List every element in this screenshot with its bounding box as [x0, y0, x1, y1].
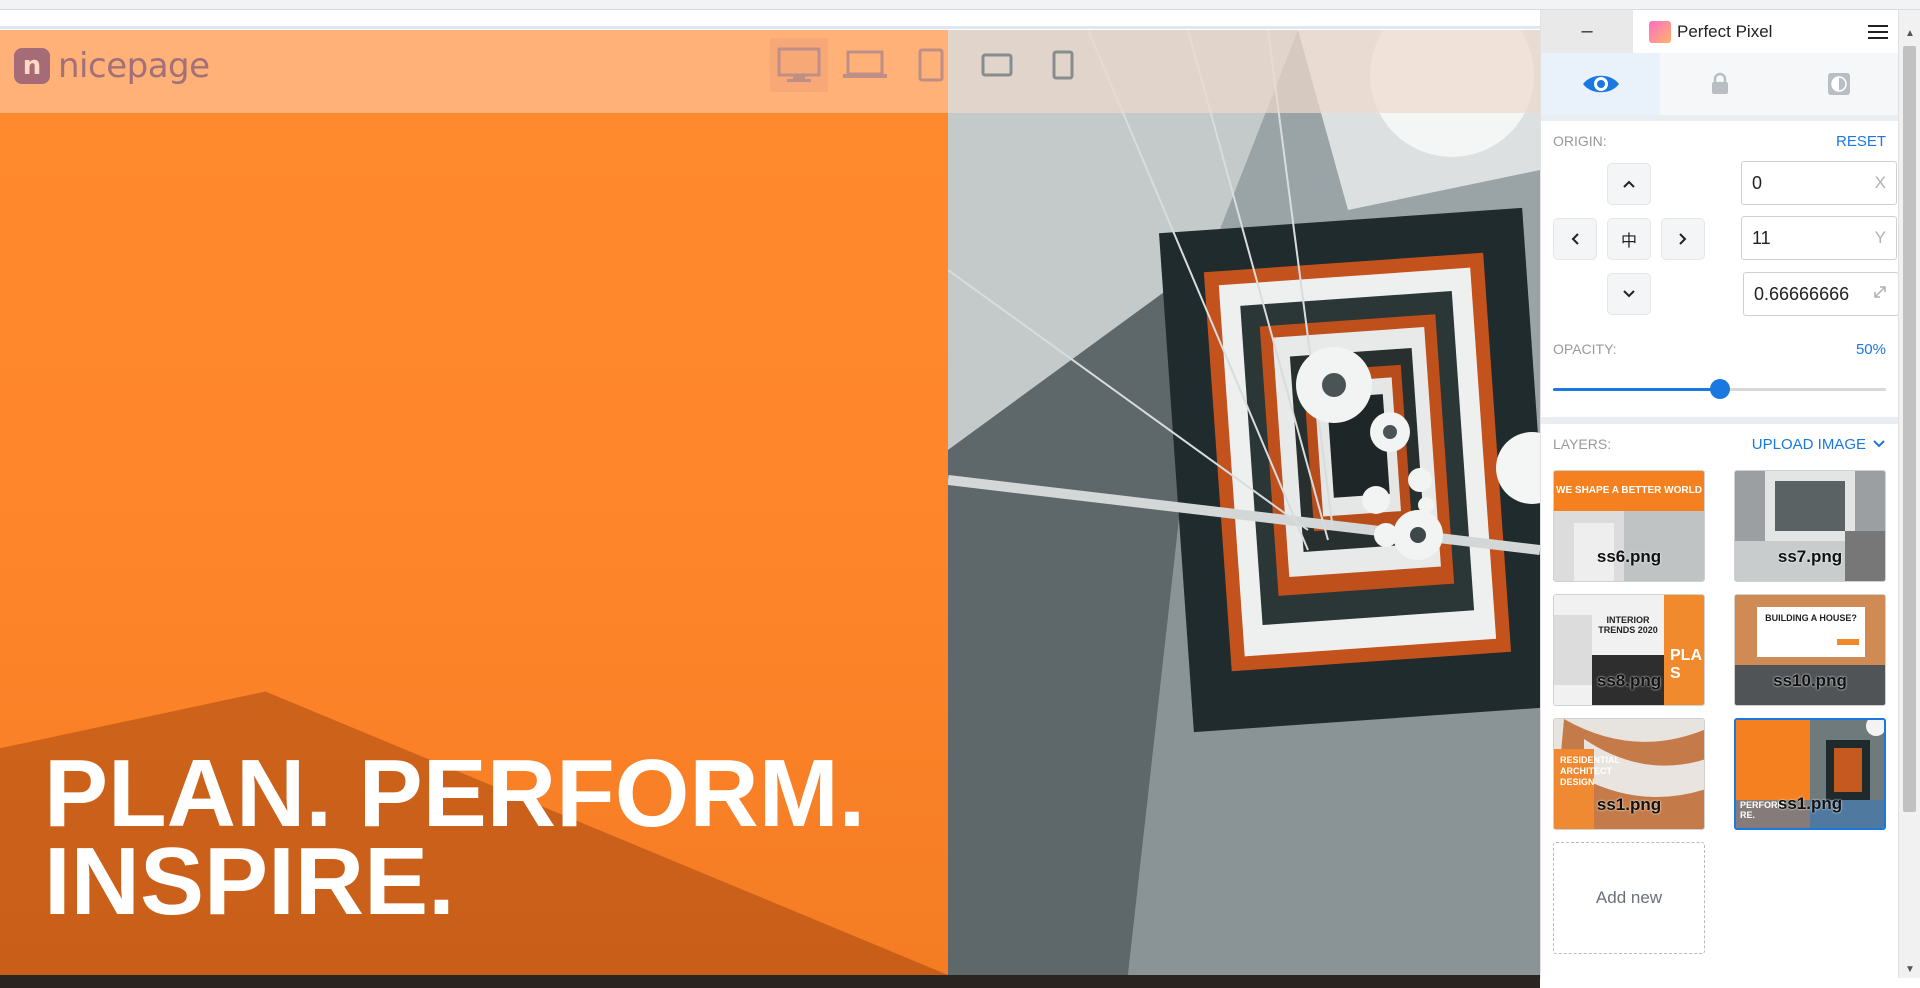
section-divider [1541, 417, 1898, 424]
move-left-button[interactable] [1553, 218, 1597, 260]
perfect-pixel-panel: – Perfect Pixel ORIGIN: RESET 中 0 X 11 Y… [1540, 10, 1899, 978]
screen: n nicepage PLAN. PERFORM. INSPIRE. – Per… [0, 0, 1920, 988]
scrollbar-thumb[interactable] [1903, 46, 1916, 812]
browser-top-strip [0, 0, 1920, 10]
opacity-slider-knob[interactable] [1709, 379, 1730, 399]
x-suffix: X [1874, 173, 1886, 192]
panel-tabs [1541, 53, 1898, 121]
move-right-button[interactable] [1661, 218, 1705, 260]
move-up-button[interactable] [1607, 163, 1651, 205]
layer-heading: BUILDING A HOUSE? [1765, 613, 1857, 623]
layer-thumbnail[interactable]: INTERIOR TRENDS 2020 PLA S ss8.png [1553, 594, 1705, 706]
perfect-pixel-logo-icon [1649, 20, 1671, 43]
chevron-down-icon [1873, 440, 1885, 448]
layer-name: ss10.png [1773, 671, 1847, 690]
y-value: 11 [1752, 227, 1771, 248]
x-field[interactable]: 0 X [1741, 161, 1897, 205]
layer-thumbnail[interactable]: RESIDENTIAL ARCHITECT DESIGN ss1.png [1553, 718, 1705, 830]
browser-tab-line [0, 26, 1540, 29]
move-down-button[interactable] [1607, 273, 1651, 315]
y-suffix: Y [1874, 228, 1886, 247]
add-new-layer-button[interactable]: Add new [1553, 842, 1705, 954]
panel-title-text: Perfect Pixel [1677, 21, 1773, 41]
opacity-slider-fill [1553, 388, 1720, 391]
page-header-overlay-right [948, 30, 1540, 113]
layer-name: ss7.png [1777, 547, 1843, 566]
hamburger-menu-icon[interactable] [1858, 10, 1898, 53]
eye-icon[interactable] [1541, 53, 1660, 115]
origin-label: ORIGIN: [1553, 133, 1607, 149]
x-value: 0 [1752, 172, 1763, 193]
hero-stairwell-photo [948, 30, 1540, 975]
layer-name: ss6.png [1596, 547, 1662, 566]
reset-button[interactable]: RESET [1836, 133, 1886, 150]
scale-field[interactable]: 0.66666666 [1743, 272, 1899, 316]
layers-grid: WE SHAPE A BETTER WORLD ss6.png ss7.png [1553, 470, 1886, 954]
layer-thumbnail-selected[interactable]: PERFORM RE. ss1.png [1734, 718, 1886, 830]
layer-name: ss1.png [1596, 795, 1662, 814]
origin-section: ORIGIN: RESET 中 0 X 11 Y 0.66666666 OPAC… [1541, 121, 1899, 409]
layer-thumbnail[interactable]: BUILDING A HOUSE? ss10.png [1734, 594, 1886, 706]
page-canvas: n nicepage PLAN. PERFORM. INSPIRE. [0, 30, 1540, 975]
nicepage-logo-icon: n [14, 48, 50, 84]
invert-icon[interactable] [1779, 53, 1898, 115]
y-field[interactable]: 11 Y [1741, 216, 1897, 260]
panel-title: Perfect Pixel [1633, 10, 1858, 53]
brand-name: nicepage [58, 46, 210, 86]
opacity-value: 50% [1855, 340, 1886, 358]
layer-thumbnail[interactable]: ss7.png [1734, 470, 1886, 582]
vertical-scrollbar[interactable]: ▲ ▼ [1898, 10, 1920, 978]
layer-name: ss8.png [1596, 671, 1662, 690]
scale-value: 0.66666666 [1754, 283, 1850, 304]
upload-image-button[interactable]: UPLOAD IMAGE [1752, 436, 1886, 453]
opacity-slider[interactable] [1553, 369, 1886, 409]
layers-label: LAYERS: [1553, 436, 1612, 452]
layer-thumbnail[interactable]: WE SHAPE A BETTER WORLD ss6.png [1553, 470, 1705, 582]
page-bottom-strip [0, 975, 1540, 988]
opacity-label: OPACITY: [1553, 341, 1617, 357]
resize-icon [1872, 284, 1888, 305]
layer-heading: RESIDENTIAL ARCHITECT DESIGN [1560, 755, 1620, 787]
panel-header: – Perfect Pixel [1541, 10, 1898, 53]
center-button[interactable]: 中 [1607, 218, 1651, 260]
lock-icon[interactable] [1660, 53, 1779, 115]
scroll-down-arrow-icon[interactable]: ▼ [1899, 960, 1920, 978]
layer-name: ss1.png [1777, 794, 1843, 813]
hero-title-line-2: INSPIRE. [44, 828, 455, 935]
scroll-up-arrow-icon[interactable]: ▲ [1899, 24, 1920, 42]
brand-logo[interactable]: n nicepage [14, 46, 210, 86]
laptop-icon[interactable] [836, 38, 894, 92]
desktop-icon[interactable] [770, 38, 828, 92]
layer-heading: WE SHAPE A BETTER WORLD [1556, 485, 1702, 496]
layers-section: LAYERS: UPLOAD IMAGE WE SHAPE A BETTER W… [1541, 424, 1898, 954]
layer-heading: INTERIOR TRENDS 2020 [1598, 615, 1658, 635]
minimize-button[interactable]: – [1541, 10, 1633, 53]
hero-title: PLAN. PERFORM. INSPIRE. [44, 740, 866, 935]
upload-image-label: UPLOAD IMAGE [1751, 435, 1866, 453]
hero-title-line-1: PLAN. PERFORM. [44, 740, 866, 847]
